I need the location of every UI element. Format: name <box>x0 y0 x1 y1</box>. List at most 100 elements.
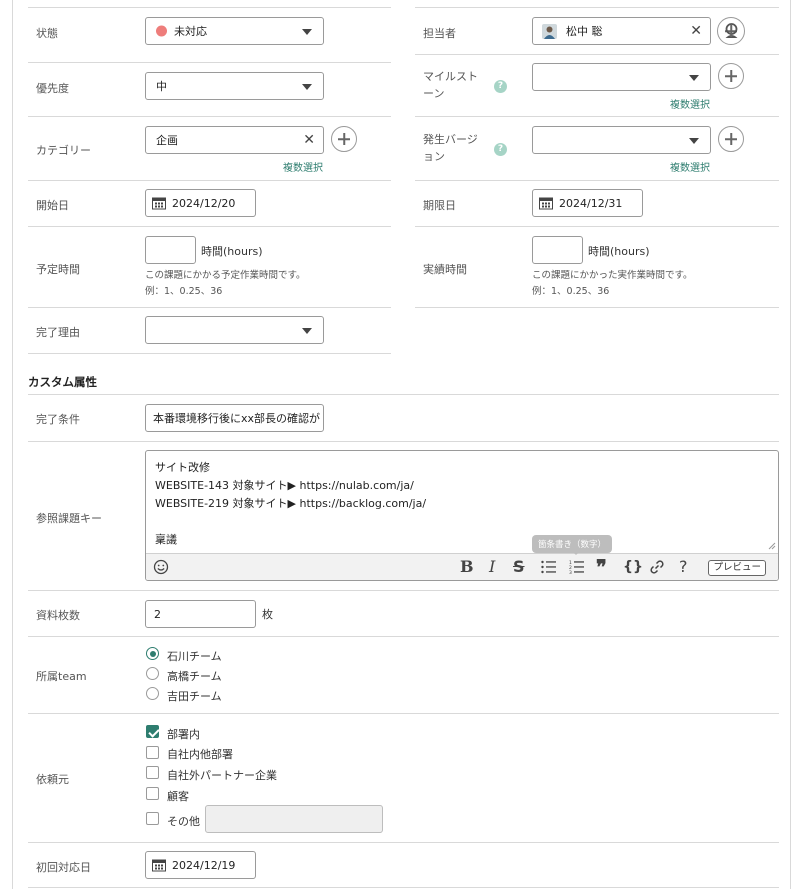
calendar-icon <box>152 859 166 872</box>
row-divider <box>28 842 779 843</box>
custom-attributes-heading: カスタム属性 <box>28 375 97 389</box>
category-multi-select-link[interactable]: 複数選択 <box>283 159 323 174</box>
ref-keys-line: WEBSITE-143 対象サイト▶ https://nulab.com/ja/ <box>155 479 414 492</box>
row-divider <box>415 307 779 308</box>
quote-icon[interactable]: ❞ <box>596 557 607 577</box>
completion-value: 本番環境移行後にxx部長の確認が <box>153 412 321 425</box>
resize-handle-icon[interactable] <box>768 542 776 550</box>
help-icon[interactable]: ? <box>494 80 507 93</box>
team-radio-yoshida[interactable] <box>146 687 159 700</box>
avatar <box>542 24 557 39</box>
clear-icon[interactable]: ✕ <box>303 133 315 147</box>
pages-value: 2 <box>154 607 161 621</box>
chevron-down-icon <box>302 328 312 334</box>
pages-input[interactable]: 2 <box>145 600 256 628</box>
clear-icon[interactable]: ✕ <box>690 24 702 38</box>
requester-other-input[interactable] <box>205 805 383 833</box>
requester-checkbox-internal[interactable] <box>146 725 159 738</box>
row-divider <box>28 226 391 227</box>
requester-option-label: 顧客 <box>167 790 189 803</box>
person-icon <box>725 23 738 38</box>
ref-keys-line: 稟議 <box>155 533 177 546</box>
requester-option-label: 自社外パートナー企業 <box>167 769 277 782</box>
version-multi-select-link[interactable]: 複数選択 <box>670 159 710 174</box>
team-radio-takahashi[interactable] <box>146 667 159 680</box>
requester-checkbox-customer[interactable] <box>146 787 159 800</box>
row-divider <box>415 180 779 181</box>
team-label: 所属team <box>36 670 87 683</box>
help-icon[interactable]: ? <box>679 558 688 576</box>
bold-icon[interactable]: B <box>460 558 474 576</box>
row-divider <box>28 887 779 888</box>
estimated-hours-input[interactable] <box>145 236 196 264</box>
emoji-icon[interactable] <box>153 559 169 575</box>
help-icon[interactable]: ? <box>494 143 507 156</box>
strikethrough-icon[interactable]: S <box>513 558 525 576</box>
milestone-select[interactable] <box>532 63 711 91</box>
actual-hours-input[interactable] <box>532 236 583 264</box>
due-date-input[interactable]: 2024/12/31 <box>532 189 643 217</box>
row-divider <box>28 307 391 308</box>
first-response-date-input[interactable]: 2024/12/19 <box>145 851 256 879</box>
estimated-hours-unit: 時間(hours) <box>201 245 263 258</box>
add-category-button[interactable] <box>331 126 357 152</box>
assignee-select[interactable]: 松中 聡 ✕ <box>532 17 711 45</box>
preview-button[interactable]: プレビュー <box>708 560 766 576</box>
row-divider <box>28 713 779 714</box>
row-divider <box>28 7 391 8</box>
ref-keys-text[interactable]: サイト改修 WEBSITE-143 対象サイト▶ https://nulab.c… <box>155 459 426 549</box>
row-divider <box>415 54 779 55</box>
row-divider <box>28 180 391 181</box>
version-select[interactable] <box>532 126 711 154</box>
link-icon[interactable] <box>649 559 665 575</box>
category-value: 企画 <box>156 134 178 147</box>
start-date-value: 2024/12/20 <box>172 196 236 210</box>
due-date-value: 2024/12/31 <box>559 196 623 210</box>
start-date-input[interactable]: 2024/12/20 <box>145 189 256 217</box>
first-response-date-value: 2024/12/19 <box>172 858 236 872</box>
numbered-list-icon[interactable]: 1 2 3 <box>569 560 584 574</box>
calendar-icon <box>539 197 553 210</box>
category-select[interactable]: 企画 ✕ <box>145 126 324 154</box>
row-divider <box>415 116 779 117</box>
code-icon[interactable]: {} <box>623 558 643 576</box>
calendar-icon <box>152 197 166 210</box>
italic-icon[interactable]: I <box>489 558 495 576</box>
ref-keys-line: サイト改修 <box>155 461 210 474</box>
pages-unit: 枚 <box>262 608 273 621</box>
right-border <box>790 0 791 889</box>
status-label: 状態 <box>36 27 58 40</box>
row-divider <box>28 353 391 354</box>
requester-checkbox-partner[interactable] <box>146 766 159 779</box>
status-select[interactable]: 未対応 <box>145 17 324 45</box>
assign-myself-button[interactable] <box>717 17 745 45</box>
team-option-label: 吉田チーム <box>167 690 222 703</box>
row-divider <box>28 394 779 395</box>
row-divider <box>415 226 779 227</box>
editor-toolbar: B I S 1 2 3 ❞ {} ? プレビュー <box>146 553 778 580</box>
left-border <box>12 0 13 889</box>
bullet-list-icon[interactable] <box>541 560 556 574</box>
chevron-down-icon <box>302 84 312 90</box>
ref-keys-editor[interactable]: サイト改修 WEBSITE-143 対象サイト▶ https://nulab.c… <box>145 450 779 581</box>
resolution-select[interactable] <box>145 316 324 344</box>
row-divider <box>28 116 391 117</box>
requester-checkbox-other[interactable] <box>146 812 159 825</box>
priority-select[interactable]: 中 <box>145 72 324 100</box>
chevron-down-icon <box>689 138 699 144</box>
team-option-label: 石川チーム <box>167 650 222 663</box>
add-version-button[interactable] <box>718 126 744 152</box>
status-color-dot <box>156 25 167 37</box>
team-radio-ishikawa[interactable] <box>146 647 159 660</box>
row-divider <box>28 62 391 63</box>
milestone-multi-select-link[interactable]: 複数選択 <box>670 96 710 111</box>
add-milestone-button[interactable] <box>718 63 744 89</box>
estimated-hours-hint: この課題にかかる予定作業時間です。 <box>145 270 306 281</box>
completion-input[interactable]: 本番環境移行後にxx部長の確認が <box>145 404 324 432</box>
team-option-label: 高橋チーム <box>167 670 222 683</box>
category-label: カテゴリー <box>36 144 91 157</box>
svg-text:3: 3 <box>569 570 572 574</box>
due-date-label: 期限日 <box>423 199 456 212</box>
requester-checkbox-other-dept[interactable] <box>146 746 159 759</box>
start-date-label: 開始日 <box>36 199 69 212</box>
